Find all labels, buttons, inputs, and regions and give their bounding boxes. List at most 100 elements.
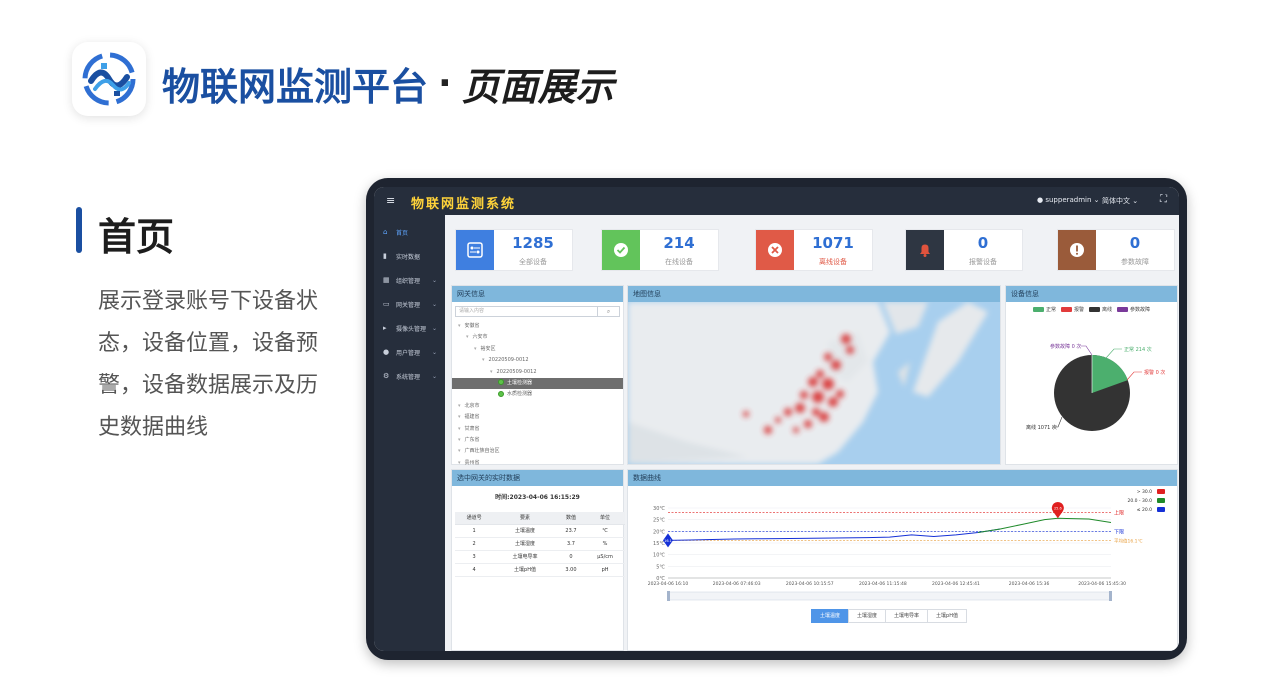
stat-label: 离线设备 <box>819 258 847 266</box>
legend-item-fault[interactable]: 参数故障 <box>1117 306 1150 313</box>
realtime-panel: 选中网关的实时数据 时间:2023-04-06 16:15:29 通道号 要素 … <box>451 469 625 651</box>
legend-item-offline[interactable]: 离线 <box>1089 306 1112 313</box>
user-menu[interactable]: ● supperadmin ⌄ <box>1037 196 1100 204</box>
sidebar-item-gateway[interactable]: ▭ 网关管理 ⌄ <box>374 293 445 315</box>
tree-node-label: 甘肃省 <box>464 425 480 432</box>
data-zoom-handle-right <box>1109 591 1112 601</box>
gateway-search[interactable]: 请输入内容 ⌕ <box>455 306 620 317</box>
tree-node[interactable]: ▾ 贵州省 <box>452 458 623 469</box>
tab-soil-temp[interactable]: 土壤温度 <box>811 609 850 623</box>
tree-node[interactable]: ▾ 福建省 <box>452 412 623 423</box>
language-select[interactable]: 简体中文 ⌄ <box>1102 196 1138 206</box>
fullscreen-icon[interactable]: ⛶ <box>1160 194 1167 205</box>
menu-toggle-icon[interactable]: ≡ <box>386 194 395 207</box>
expand-arrow-icon[interactable]: ▾ <box>458 448 461 454</box>
gateway-tree: ▾ 安徽省 ▾ 六安市 ▾ 裕安区 ▾ 20220509-0012 ▾ 20220509-0012… <box>452 321 623 469</box>
curve-panel: 数据曲线 0℃ 5℃ 10℃ 15℃ 20℃ 25℃ 30℃ 2023-04-06 16:10… <box>627 469 1178 651</box>
tree-node-label: 20220509-0012 <box>496 368 537 375</box>
sidebar-item-users[interactable]: ● 用户管理 ⌄ <box>374 341 445 363</box>
y-tick-label: 30℃ <box>653 506 665 512</box>
tab-soil-humidity[interactable]: 土壤湿度 <box>848 609 887 623</box>
table-cell: ℃ <box>585 524 625 538</box>
tree-node[interactable]: ▾ 广东省 <box>452 435 623 446</box>
stat-label: 在线设备 <box>665 258 693 266</box>
average-label: 平均值16.1℃ <box>1114 537 1143 544</box>
table-cell: 土壤湿度 <box>493 537 557 551</box>
table-cell: 3.7 <box>556 537 586 551</box>
search-input[interactable]: 请输入内容 <box>456 307 597 316</box>
chevron-down-icon: ⌄ <box>432 276 438 284</box>
table-cell: 1 <box>455 524 494 538</box>
table-cell: 3 <box>455 550 494 564</box>
device-status-legend: 正常 报警 离线 参数故障 <box>1006 306 1177 313</box>
legend-item-normal[interactable]: 正常 <box>1032 306 1056 313</box>
expand-arrow-icon[interactable]: ▾ <box>474 346 477 352</box>
sidebar: ⌂ 首页 ▮ 实时数据 ▦ 组织管理 ⌄ ▭ 网关管理 ⌄ ▸ 摄像头管理 ⌄ … <box>374 215 445 651</box>
table-cell: 4 <box>455 563 494 577</box>
expand-arrow-icon[interactable]: ▾ <box>482 357 485 363</box>
expand-arrow-icon[interactable]: ▾ <box>458 414 461 420</box>
table-row[interactable]: 1 土壤温度 23.7 ℃ <box>455 524 625 538</box>
pie-label-offline: 离线 1071 次 <box>1026 424 1057 431</box>
stat-label: 报警设备 <box>969 258 997 266</box>
sidebar-item-label: 系统管理 <box>396 373 421 381</box>
system-name: 物联网监测系统 <box>411 197 517 212</box>
data-zoom-handle-left <box>667 591 670 601</box>
tree-node[interactable]: ▾ 20220509-0012 <box>452 355 623 366</box>
stat-card-alarm[interactable]: 0 报警设备 <box>905 229 1023 271</box>
tree-node[interactable]: ▾ 六安市 <box>452 332 623 343</box>
series-line-mid <box>978 517 1112 533</box>
stat-card-fault[interactable]: 0 参数故障 <box>1057 229 1175 271</box>
panel-title: 设备信息 <box>1006 286 1177 302</box>
stat-card-total[interactable]: 1285 全部设备 <box>455 229 573 271</box>
data-curve-chart[interactable]: 0℃5℃10℃15℃20℃25℃30℃2023-04-06 16:10 2023-… <box>628 486 1177 606</box>
expand-arrow-icon[interactable]: ▾ <box>458 437 461 443</box>
tree-node[interactable]: ▾ 北京市 <box>452 401 623 412</box>
tree-node[interactable]: ▾ 广西壮族自治区 <box>452 446 623 457</box>
user-name: supperadmin <box>1045 196 1092 204</box>
table-cell: pH <box>585 563 625 577</box>
tree-node-label: 裕安区 <box>480 345 496 352</box>
x-tick-label: 2023-04-06 12:45:41 <box>932 581 980 587</box>
stat-card-online[interactable]: 214 在线设备 <box>601 229 719 271</box>
expand-arrow-icon[interactable]: ▾ <box>466 334 469 340</box>
tree-node[interactable]: ▾ 裕安区 <box>452 344 623 355</box>
sidebar-item-org[interactable]: ▦ 组织管理 ⌄ <box>374 269 445 291</box>
visual-map-label: ≤ 20.0 <box>1137 507 1152 513</box>
tree-node[interactable]: ▾ 甘肃省 <box>452 424 623 435</box>
search-icon[interactable]: ⌕ <box>597 307 619 316</box>
table-row[interactable]: 3 土壤电导率 0 μS/cm <box>455 550 625 564</box>
slide-title-secondary: 页面展示 <box>461 65 614 109</box>
sidebar-item-home[interactable]: ⌂ 首页 <box>374 221 445 243</box>
tree-leaf[interactable]: 水质检测器 <box>452 389 623 400</box>
user-icon: ● <box>383 348 390 356</box>
x-tick-label: 2023-04-06 11:15:48 <box>859 581 907 587</box>
table-row[interactable]: 4 土壤pH值 3.00 pH <box>455 563 625 577</box>
sidebar-item-system[interactable]: ⚙ 系统管理 ⌄ <box>374 365 445 387</box>
stat-label: 全部设备 <box>519 258 547 266</box>
device-status-pie[interactable]: 正常 214 次 报警 0 次 参数故障 0 次 离线 1071 次 <box>1006 313 1177 463</box>
bell-icon <box>906 230 944 270</box>
realtime-table: 通道号 要素 数值 单位 1 土壤温度 23.7 ℃ 2 土壤湿度 3.7% 3 土壤电导率 0 μ… <box>455 512 625 577</box>
expand-arrow-icon[interactable]: ▾ <box>458 460 461 466</box>
tab-soil-conductivity[interactable]: 土壤电导率 <box>885 609 929 623</box>
table-row[interactable]: 2 土壤湿度 3.7% <box>455 537 625 551</box>
device-map[interactable] <box>628 302 1000 464</box>
expand-arrow-icon[interactable]: ▾ <box>458 426 461 432</box>
tree-node[interactable]: ▾ 20220509-0012 <box>452 367 623 378</box>
tree-node[interactable]: ▾ 安徽省 <box>452 321 623 332</box>
expand-arrow-icon[interactable]: ▾ <box>458 403 461 409</box>
tab-soil-ph[interactable]: 土壤pH值 <box>927 609 967 623</box>
tree-leaf[interactable]: 土壤检测器 <box>452 377 623 390</box>
sidebar-item-camera[interactable]: ▸ 摄像头管理 ⌄ <box>374 317 445 339</box>
tree-node-label: 水质检测器 <box>507 391 533 398</box>
x-tick-label: 2023-04-06 07:46:03 <box>713 581 761 587</box>
slide-title-dot: · <box>438 63 452 104</box>
sidebar-item-realtime[interactable]: ▮ 实时数据 <box>374 245 445 267</box>
lower-threshold-label: 下限 <box>1114 528 1124 535</box>
stat-value: 0 <box>1129 234 1141 252</box>
expand-arrow-icon[interactable]: ▾ <box>490 369 493 375</box>
stat-card-offline[interactable]: 1071 离线设备 <box>755 229 873 271</box>
expand-arrow-icon[interactable]: ▾ <box>458 323 461 329</box>
legend-item-alarm[interactable]: 报警 <box>1060 306 1084 313</box>
